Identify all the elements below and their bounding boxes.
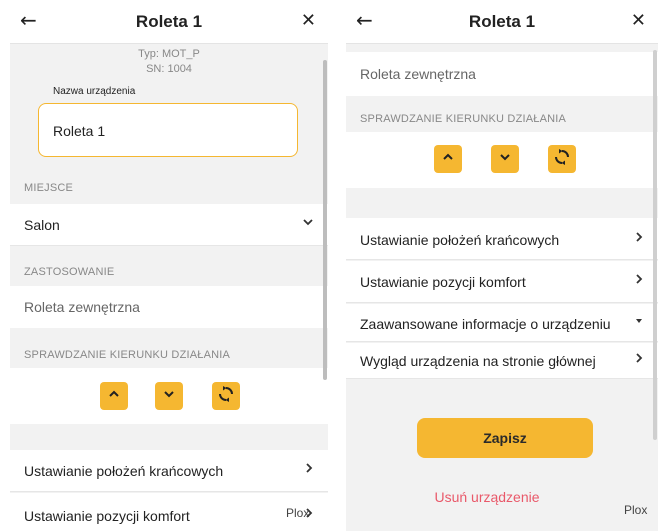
- menu-item-label: Ustawianie położeń krańcowych: [360, 232, 560, 248]
- menu-item-label: Ustawianie pozycji komfort: [360, 274, 526, 290]
- right-screen: ← Roleta 1 ✕ Roleta zewnętrzna SPRAWDZAN…: [346, 0, 658, 531]
- chevron-down-icon: [302, 215, 314, 235]
- menu-item-end-positions[interactable]: Ustawianie położeń krańcowych: [10, 450, 328, 492]
- page-title: Roleta 1: [468, 12, 536, 31]
- usage-value: Roleta zewnętrzna: [24, 299, 140, 315]
- direction-controls: [10, 368, 328, 424]
- menu-item-label: Zaawansowane informacje o urządzeniu: [360, 316, 611, 332]
- watermark-text: Plox: [286, 506, 310, 520]
- device-name-label: Nazwa urządzenia: [53, 86, 136, 97]
- menu-item-advanced-info[interactable]: Zaawansowane informacje o urządzeniu: [346, 304, 658, 342]
- header-bar: ← Roleta 1 ✕: [10, 0, 328, 44]
- back-arrow-icon[interactable]: ←: [356, 8, 373, 32]
- close-icon[interactable]: ✕: [631, 10, 646, 32]
- chevron-right-icon: [634, 272, 644, 292]
- chevron-right-icon: [634, 230, 644, 250]
- usage-value: Roleta zewnętrzna: [360, 66, 476, 82]
- caret-down-icon: [634, 314, 644, 334]
- place-section-header: MIEJSCE: [24, 182, 74, 194]
- sync-icon: [217, 385, 235, 408]
- serial-number-text: SN: 1004: [146, 63, 192, 75]
- arrow-up-icon: [107, 387, 121, 406]
- left-screen: ← Roleta 1 ✕ Typ: MOT_P SN: 1004 Nazwa u…: [10, 0, 328, 531]
- watermark-text: Plox: [624, 503, 648, 517]
- menu-item-label: Wygląd urządzenia na stronie głównej: [360, 353, 596, 369]
- chevron-right-icon: [304, 461, 314, 481]
- menu-item-label: Ustawianie pozycji komfort: [24, 508, 190, 524]
- page-title: Roleta 1: [135, 12, 203, 31]
- delete-device-link[interactable]: Usuń urządzenie: [346, 488, 628, 506]
- menu-item-label: Ustawianie położeń krańcowych: [24, 463, 224, 479]
- direction-controls: [346, 132, 658, 188]
- sync-icon: [553, 148, 571, 171]
- save-button[interactable]: Zapisz: [417, 418, 593, 458]
- arrow-up-icon: [441, 150, 455, 169]
- device-name-value: Roleta 1: [53, 123, 106, 139]
- direction-up-button[interactable]: [434, 145, 462, 173]
- place-select[interactable]: Salon: [10, 204, 328, 246]
- direction-sync-button[interactable]: [212, 382, 240, 410]
- direction-up-button[interactable]: [100, 382, 128, 410]
- usage-field: Roleta zewnętrzna: [10, 286, 328, 328]
- arrow-down-icon: [162, 387, 176, 406]
- arrow-down-icon: [498, 150, 512, 169]
- device-name-input[interactable]: Roleta 1: [38, 103, 298, 157]
- usage-section-header: ZASTOSOWANIE: [24, 266, 115, 278]
- header-bar: ← Roleta 1 ✕: [346, 0, 658, 44]
- close-icon[interactable]: ✕: [301, 10, 316, 32]
- back-arrow-icon[interactable]: ←: [20, 8, 37, 32]
- direction-sync-button[interactable]: [548, 145, 576, 173]
- direction-down-button[interactable]: [155, 382, 183, 410]
- chevron-right-icon: [634, 351, 644, 371]
- direction-section-header: SPRAWDZANIE KIERUNKU DZIAŁANIA: [24, 349, 231, 361]
- direction-section-header: SPRAWDZANIE KIERUNKU DZIAŁANIA: [360, 113, 567, 125]
- scrollbar[interactable]: [323, 60, 327, 380]
- usage-field: Roleta zewnętrzna: [346, 52, 658, 96]
- menu-item-comfort-position[interactable]: Ustawianie pozycji komfort: [346, 261, 658, 303]
- place-value: Salon: [24, 217, 60, 233]
- direction-down-button[interactable]: [491, 145, 519, 173]
- menu-item-comfort-position[interactable]: Ustawianie pozycji komfort: [10, 493, 328, 531]
- scrollbar[interactable]: [653, 50, 657, 440]
- menu-item-end-positions[interactable]: Ustawianie położeń krańcowych: [346, 218, 658, 260]
- device-type-text: Typ: MOT_P: [138, 48, 200, 60]
- menu-item-homescreen-look[interactable]: Wygląd urządzenia na stronie głównej: [346, 343, 658, 379]
